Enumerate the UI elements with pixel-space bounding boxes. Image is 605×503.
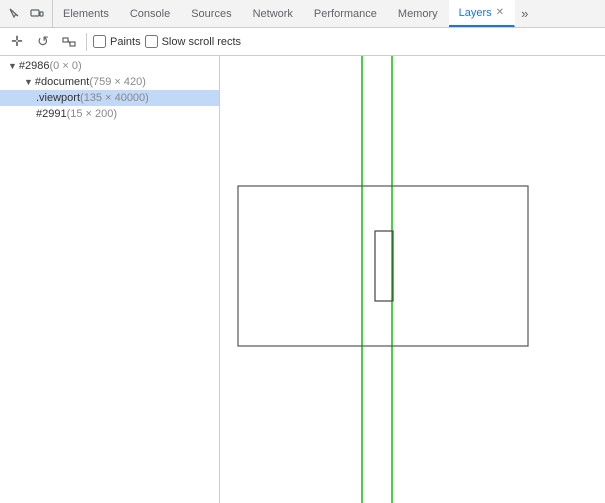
rotate-tool-icon[interactable]: ↺ [32, 31, 54, 53]
tab-layers[interactable]: Layers ✕ [449, 0, 515, 27]
devtools-icons [0, 0, 53, 27]
paints-checkbox[interactable] [93, 35, 106, 48]
tree-item-2991[interactable]: #2991 (15 × 200) [0, 106, 219, 122]
main-content: ▼ #2986 (0 × 0) ▼ #document (759 × 420) … [0, 56, 605, 503]
inspect-icon[interactable] [4, 3, 26, 25]
layer-visualization [220, 56, 605, 503]
tab-console[interactable]: Console [120, 0, 181, 27]
tree-label-document: #document [35, 76, 89, 88]
tab-network[interactable]: Network [243, 0, 304, 27]
tree-dim-viewport: (135 × 40000) [80, 92, 149, 104]
tabs-container: Elements Console Sources Network Perform… [53, 0, 605, 27]
tree-item-document[interactable]: ▼ #document (759 × 420) [0, 74, 219, 90]
tree-label-2991: #2991 [36, 108, 67, 120]
tree-label-root: #2986 [19, 60, 50, 72]
slow-scroll-checkbox-label[interactable]: Slow scroll rects [145, 35, 241, 48]
reset-transform-icon[interactable] [58, 31, 80, 53]
tab-memory[interactable]: Memory [388, 0, 449, 27]
layer-tree-panel: ▼ #2986 (0 × 0) ▼ #document (759 × 420) … [0, 56, 220, 503]
tree-label-viewport: .viewport [36, 92, 80, 104]
tab-bar: Elements Console Sources Network Perform… [0, 0, 605, 28]
tree-item-root[interactable]: ▼ #2986 (0 × 0) [0, 58, 219, 74]
pan-tool-icon[interactable]: ✛ [6, 31, 28, 53]
tab-performance[interactable]: Performance [304, 0, 388, 27]
tab-sources[interactable]: Sources [181, 0, 242, 27]
tree-dim-document: (759 × 420) [89, 76, 146, 88]
tree-dim-2991: (15 × 200) [67, 108, 117, 120]
tab-layers-close[interactable]: ✕ [496, 7, 504, 18]
tab-elements[interactable]: Elements [53, 0, 120, 27]
tree-dim-root: (0 × 0) [50, 60, 82, 72]
slow-scroll-checkbox[interactable] [145, 35, 158, 48]
tree-item-viewport[interactable]: .viewport (135 × 40000) [0, 90, 219, 106]
more-tabs-button[interactable]: » [515, 0, 534, 27]
paints-checkbox-label[interactable]: Paints [93, 35, 141, 48]
device-toolbar-icon[interactable] [26, 3, 48, 25]
tree-arrow-document: ▼ [24, 77, 33, 87]
tree-arrow-root: ▼ [8, 61, 17, 71]
layer-canvas-panel [220, 56, 605, 503]
layers-toolbar: ✛ ↺ Paints Slow scroll rects [0, 28, 605, 56]
toolbar-separator [86, 33, 87, 51]
